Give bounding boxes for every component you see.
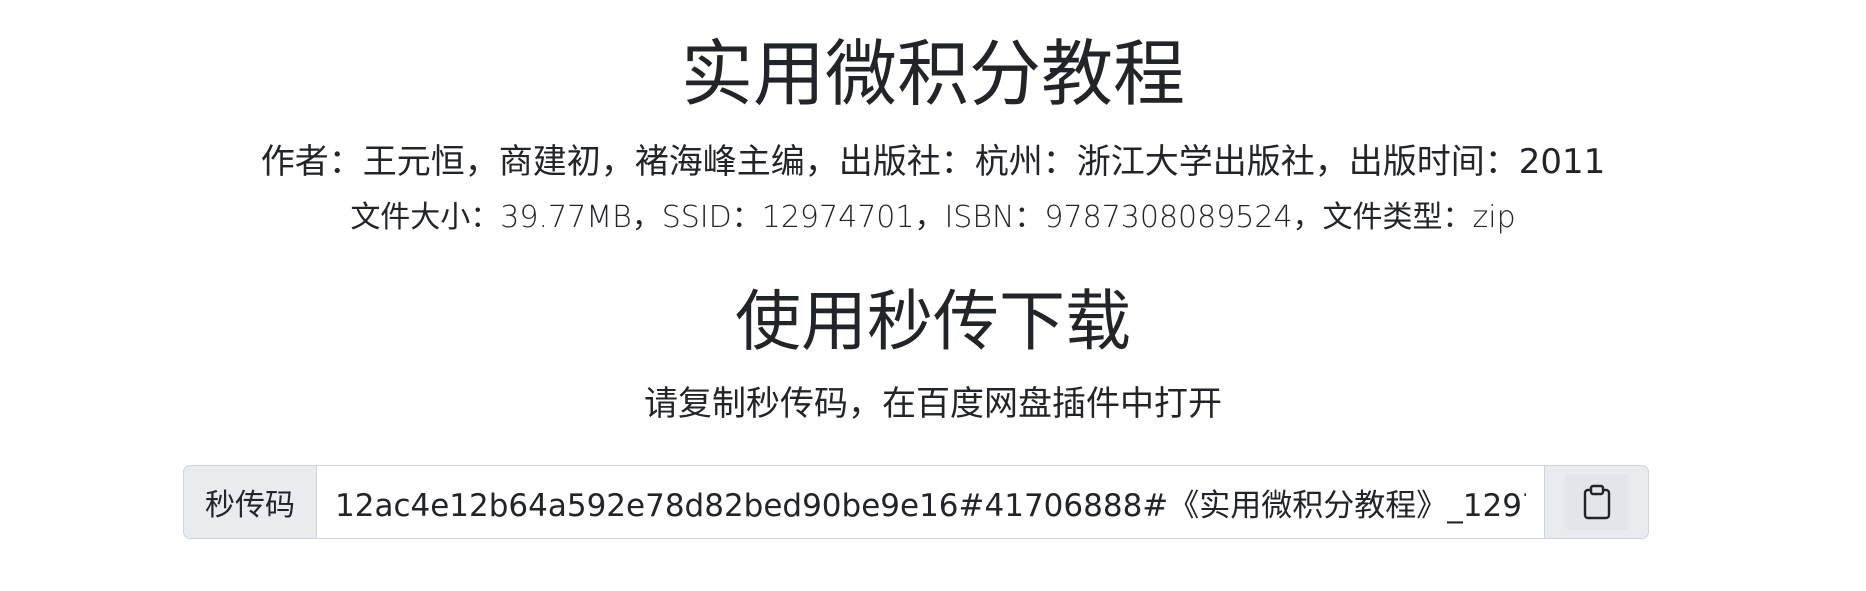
download-instruction: 请复制秒传码，在百度网盘插件中打开 (644, 384, 1222, 424)
page: 实用微积分教程 作者：王元恒，商建初，褚海峰主编，出版社：杭州：浙江大学出版社，… (0, 0, 1866, 591)
author-publisher-line: 作者：王元恒，商建初，褚海峰主编，出版社：杭州：浙江大学出版社，出版时间：201… (260, 142, 1606, 182)
instant-transfer-code-field[interactable] (316, 465, 1545, 539)
copy-button-face (1564, 474, 1629, 530)
file-metadata-line: 文件大小：39.77MB，SSID：12974701，ISBN：97873080… (350, 200, 1516, 235)
book-title: 实用微积分教程 (680, 32, 1185, 116)
code-prefix-label: 秒传码 (183, 465, 316, 539)
copy-button[interactable] (1545, 465, 1649, 539)
code-input-group: 秒传码 (183, 465, 1649, 539)
download-section-heading: 使用秒传下载 (735, 283, 1131, 360)
clipboard-icon (1583, 484, 1610, 520)
